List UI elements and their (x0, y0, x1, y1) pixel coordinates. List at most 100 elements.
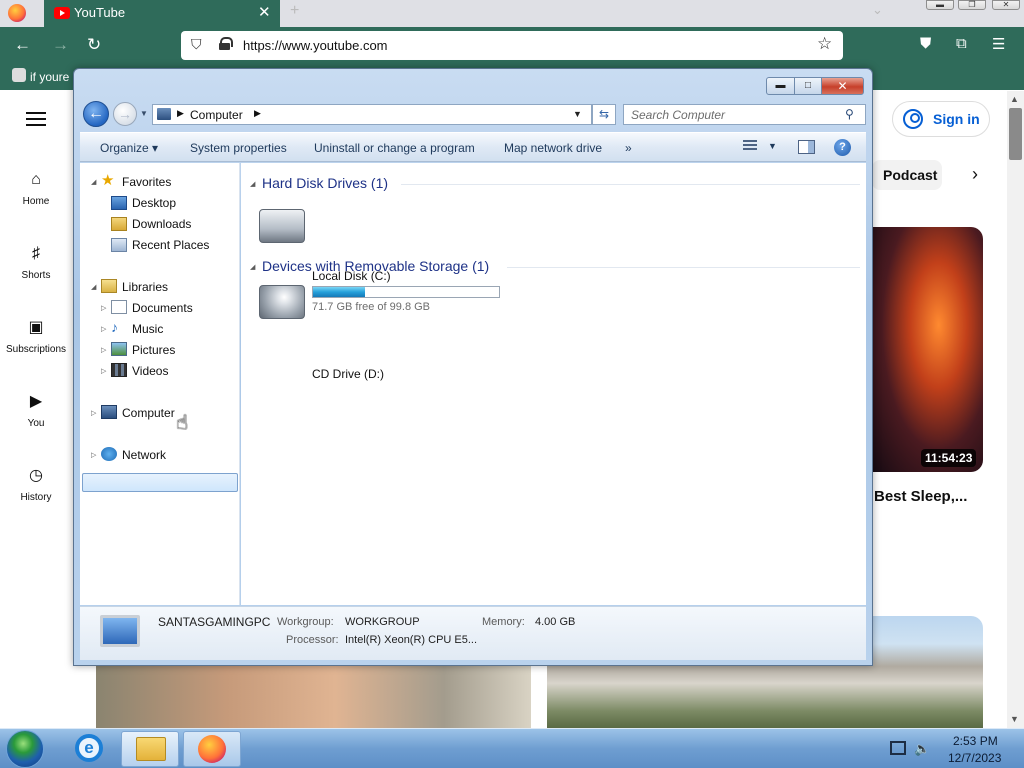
clock-time[interactable]: 2:53 PM (953, 734, 998, 748)
sign-in-button[interactable]: Sign in (892, 101, 990, 137)
nav-libraries[interactable]: Libraries (122, 280, 168, 294)
url-text[interactable]: https://www.youtube.com (243, 38, 388, 53)
firefox-menu-icon[interactable] (8, 4, 26, 22)
sidebar-label: You (27, 418, 45, 429)
app-menu-icon[interactable]: ☰ (992, 35, 1005, 53)
video-thumbnail[interactable] (872, 227, 983, 472)
nav-pictures[interactable]: Pictures (132, 343, 175, 357)
pocket-icon[interactable]: ⛊ (920, 35, 931, 52)
expand-arrow-icon[interactable]: ▷ (91, 409, 96, 417)
nav-computer[interactable]: Computer (122, 406, 175, 420)
recent-pages-dropdown-icon[interactable]: ▼ (140, 109, 148, 118)
nav-documents[interactable]: Documents (132, 301, 193, 315)
nav-favorites[interactable]: Favorites (122, 175, 171, 189)
search-input[interactable]: Search Computer ⚲ (623, 104, 866, 125)
address-dropdown-icon[interactable]: ▼ (573, 109, 582, 119)
scroll-up-icon[interactable]: ▲ (1010, 94, 1019, 104)
help-icon[interactable]: ? (834, 139, 851, 156)
more-commands-button[interactable]: » (625, 141, 632, 155)
back-arrow-icon[interactable]: ← (14, 35, 31, 55)
drive-usage-bar (312, 286, 500, 298)
maximize-button[interactable]: □ (794, 77, 822, 95)
sidebar-item-you[interactable]: ▶ You (0, 392, 72, 429)
close-button[interactable]: ✕ (821, 77, 864, 95)
sidebar-label: Subscriptions (5, 344, 67, 355)
tab-close-icon[interactable]: ✕ (258, 3, 271, 21)
network-icon (101, 447, 117, 461)
browser-minimize-button[interactable]: ▬ (926, 0, 954, 10)
video-thumbnail[interactable] (96, 666, 531, 728)
nav-music[interactable]: Music (132, 322, 163, 336)
bookmark-item[interactable]: if youre (30, 70, 69, 84)
back-button[interactable]: ← (83, 101, 109, 127)
nav-downloads[interactable]: Downloads (132, 217, 191, 231)
sign-in-label: Sign in (933, 111, 980, 127)
breadcrumb-computer[interactable]: Computer (190, 108, 243, 122)
tracking-shield-icon[interactable]: ⛉ (191, 36, 202, 53)
forward-arrow-icon[interactable]: → (52, 35, 69, 55)
scroll-down-icon[interactable]: ▼ (1010, 714, 1019, 724)
extensions-icon[interactable]: ⧉ (956, 35, 967, 52)
volume-muted-icon[interactable]: 🔈 (914, 741, 930, 757)
sidebar-item-history[interactable]: ◷ History (0, 466, 72, 503)
video-title[interactable]: Best Sleep,... (874, 486, 984, 508)
browser-close-button[interactable]: ✕ (992, 0, 1020, 10)
reload-icon[interactable]: ↻ (87, 35, 101, 55)
chip-podcast[interactable]: Podcast (872, 160, 942, 190)
content-pane: ◢ Hard Disk Drives (1) Local Disk (C:) 7… (241, 163, 866, 605)
breadcrumb-arrow-icon[interactable]: ▶ (177, 108, 184, 119)
view-options-dropdown-icon[interactable]: ▼ (768, 141, 777, 151)
sidebar-item-shorts[interactable]: ♯ Shorts (0, 244, 72, 281)
memory-label: Memory: (482, 616, 525, 628)
organize-button[interactable]: Organize ▾ (100, 141, 158, 155)
lock-icon[interactable] (219, 37, 233, 50)
sidebar-item-home[interactable]: ⌂ Home (0, 170, 72, 207)
network-tray-icon[interactable] (890, 741, 906, 755)
breadcrumb-arrow-icon[interactable]: ▶ (254, 108, 261, 119)
nav-network[interactable]: Network (122, 448, 166, 462)
favorites-star-icon: ★ (101, 172, 115, 189)
expand-arrow-icon[interactable]: ▷ (91, 451, 96, 459)
nav-desktop[interactable]: Desktop (132, 196, 176, 210)
youtube-menu-icon[interactable] (26, 112, 46, 130)
sidebar-item-subscriptions[interactable]: ▣ Subscriptions (0, 318, 72, 355)
collapse-arrow-icon[interactable]: ◢ (250, 180, 255, 188)
start-button[interactable] (6, 730, 44, 768)
chevron-right-icon[interactable]: › (972, 164, 978, 185)
expand-arrow-icon[interactable]: ▷ (101, 367, 106, 375)
account-icon (903, 109, 923, 129)
group-hard-disk-drives[interactable]: Hard Disk Drives (1) (262, 175, 388, 191)
drive-d-name[interactable]: CD Drive (D:) (312, 367, 384, 381)
address-bar[interactable]: ▶ Computer ▶ ▼ (152, 104, 592, 125)
url-bar[interactable]: ⛉ https://www.youtube.com ☆ (181, 31, 843, 60)
collapse-arrow-icon[interactable]: ◢ (250, 263, 255, 271)
browser-restore-button[interactable]: ❐ (958, 0, 986, 10)
group-removable-storage[interactable]: Devices with Removable Storage (1) (262, 258, 489, 274)
uninstall-program-button[interactable]: Uninstall or change a program (314, 141, 475, 155)
collapse-arrow-icon[interactable]: ◢ (91, 283, 96, 291)
forward-button[interactable]: → (113, 102, 137, 126)
clock-date[interactable]: 12/7/2023 (948, 751, 1001, 765)
expand-arrow-icon[interactable]: ▷ (101, 304, 106, 312)
collapse-arrow-icon[interactable]: ◢ (91, 178, 96, 186)
group-divider (507, 267, 860, 268)
change-view-icon[interactable] (743, 140, 759, 154)
system-properties-button[interactable]: System properties (190, 141, 287, 155)
computer-icon (101, 405, 117, 419)
nav-recent-places[interactable]: Recent Places (132, 238, 209, 252)
map-network-drive-button[interactable]: Map network drive (504, 141, 602, 155)
list-tabs-icon[interactable]: ⌄ (872, 2, 883, 18)
bookmark-star-icon[interactable]: ☆ (817, 34, 832, 54)
search-icon[interactable]: ⚲ (845, 107, 854, 121)
scrollbar-thumb[interactable] (1009, 108, 1022, 160)
minimize-button[interactable]: ▬ (766, 77, 795, 95)
expand-arrow-icon[interactable]: ▷ (101, 325, 106, 333)
page-scrollbar[interactable] (1007, 91, 1024, 728)
history-icon: ◷ (29, 467, 43, 484)
nav-videos[interactable]: Videos (132, 364, 168, 378)
new-tab-icon[interactable]: + (290, 2, 299, 20)
expand-arrow-icon[interactable]: ▷ (101, 346, 106, 354)
tab-youtube[interactable]: YouTube ✕ (44, 0, 280, 27)
refresh-button[interactable]: ⇆ (592, 104, 616, 125)
preview-pane-icon[interactable] (798, 140, 815, 154)
